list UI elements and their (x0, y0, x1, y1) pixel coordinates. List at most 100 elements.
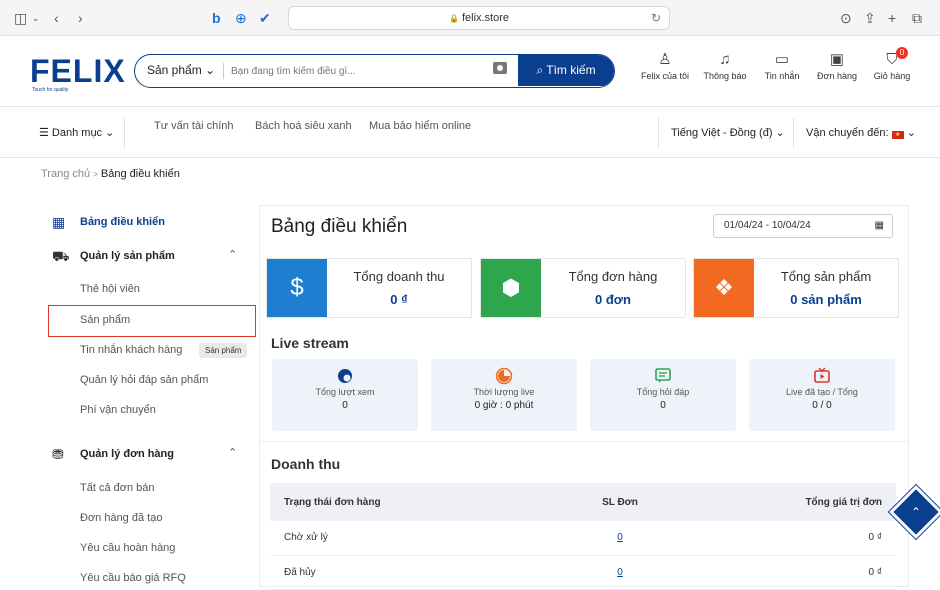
tv-icon (814, 367, 830, 383)
live-card-views: Tổng lượt xem 0 (272, 359, 418, 431)
sidebar-item-shipping-fee[interactable]: Phí vận chuyển (80, 404, 156, 416)
revenue-value: 0 ₫ (390, 292, 408, 307)
cart-link[interactable]: ⛉ 0 Giỏ hàng (870, 47, 914, 81)
search-icon: ⌕ (536, 63, 544, 77)
messages-link[interactable]: ▭ Tin nhắn (760, 49, 804, 81)
dollar-icon: $ (267, 259, 327, 317)
stat-card-orders: ⬢ Tổng đơn hàng 0 đơn (480, 258, 686, 318)
new-tab-icon[interactable]: + (888, 9, 896, 27)
sidebar-item-rfq[interactable]: Yêu cầu báo giá RFQ (80, 572, 186, 584)
breadcrumb-current: Bảng điều khiển (100, 168, 180, 180)
url-text: felix.store (461, 12, 510, 24)
download-icon[interactable]: ⊙ (840, 9, 852, 27)
gift-icon: ❖ (694, 259, 754, 317)
sidebar-item-customer-messages[interactable]: Tin nhắn khách hàng (80, 344, 182, 356)
sidebar-group-orders[interactable]: Quản lý đơn hàng (80, 448, 174, 460)
count-link[interactable]: 0 (617, 567, 623, 578)
divider (124, 118, 125, 148)
dashboard-icon: ▦ (52, 214, 66, 230)
section-divider (260, 441, 908, 442)
total-cell: 0 ₫ (710, 555, 896, 590)
vietnam-flag-icon: ★ (891, 131, 904, 139)
products-value: 0 sản phẩm (790, 292, 862, 307)
check-icon[interactable]: ✔ (259, 9, 271, 27)
tooltip: Sản phẩm (199, 343, 248, 358)
tabs-overview-icon[interactable]: ⧉ (912, 9, 922, 27)
breadcrumb-home[interactable]: Trang chủ (41, 168, 90, 180)
qa-icon (655, 368, 671, 383)
site-header: FELIX Touch for quality Sản phẩm ⌄ ⌕ Tìm… (0, 37, 940, 107)
extension-icon[interactable]: ⊕ (235, 9, 247, 27)
share-icon[interactable]: ⇪ (864, 9, 876, 27)
boxes-icon: ⬢ (481, 259, 541, 317)
search-button[interactable]: ⌕ Tìm kiếm (518, 55, 614, 86)
reload-icon[interactable]: ↻ (651, 7, 661, 29)
basket-icon: ⛟ (52, 248, 70, 264)
count-cell: 0 (530, 555, 710, 590)
stat-card-products: ❖ Tổng sản phẩm 0 sản phẩm (693, 258, 899, 318)
url-bar[interactable]: 🔒 felix.store ↻ (288, 6, 670, 30)
search-category-select[interactable]: Sản phẩm ⌄ (147, 55, 215, 86)
my-felix-link[interactable]: ♙ Felix của tôi (638, 49, 692, 81)
table-header-row: Trạng thái đơn hàng SL Đơn Tổng giá trị … (270, 483, 896, 521)
lock-icon: 🔒 (448, 14, 459, 23)
live-stream-title: Live stream (271, 335, 349, 351)
shipping-select[interactable]: Vận chuyển đến: ★ ⌄ (806, 126, 916, 139)
link-insurance[interactable]: Mua bảo hiểm online (369, 120, 471, 132)
page-title: Bảng điều khiển (271, 216, 408, 237)
eye-icon (338, 369, 352, 383)
chevron-down-icon[interactable]: ⌄ (32, 9, 40, 27)
sidebar-group-products[interactable]: Quản lý sản phẩm (80, 250, 175, 262)
status-cell: Đã hủy (270, 555, 530, 590)
sidebar-item-created-orders[interactable]: Đơn hàng đã tạo (80, 512, 162, 524)
selected-item-highlight (48, 305, 256, 337)
breadcrumb: Trang chủ > Bảng điều khiển (41, 168, 180, 180)
sidebar-item-returns[interactable]: Yêu cầu hoàn hàng (80, 542, 175, 554)
notifications-link[interactable]: ♫ Thông báo (700, 49, 750, 81)
column-header-total: Tổng giá trị đơn (710, 483, 896, 521)
table-row: Chờ xử lý 0 0 ₫ (270, 521, 896, 556)
count-cell: 0 (530, 521, 710, 556)
sidebar-item-product-qa[interactable]: Quản lý hỏi đáp sản phẩm (80, 374, 208, 386)
cart-badge: 0 (896, 47, 908, 59)
divider (793, 118, 794, 148)
divider (658, 118, 659, 148)
date-range-picker[interactable]: 01/04/24 - 10/04/24 ▦ (713, 214, 893, 238)
sidebar-item-dashboard[interactable]: Bảng điều khiển (80, 216, 165, 228)
revenue-table: Trạng thái đơn hàng SL Đơn Tổng giá trị … (270, 483, 896, 590)
live-card-created: Live đã tạo / Tổng 0 / 0 (749, 359, 895, 431)
sidebar-item-membership[interactable]: Thẻ hội viên (80, 283, 140, 295)
chevron-up-icon[interactable]: ⌃ (228, 446, 237, 459)
forward-icon[interactable]: › (78, 9, 83, 27)
status-cell: Chờ xử lý (270, 521, 530, 556)
orders-icon: ⛃ (52, 446, 64, 462)
language-select[interactable]: Tiếng Việt - Đồng (đ) ⌄ (671, 126, 785, 139)
camera-icon[interactable] (493, 62, 507, 74)
browser-toolbar: ◫ ⌄ ‹ › b ⊕ ✔ 🔒 felix.store ↻ ⊙ ⇪ + ⧉ (0, 0, 940, 36)
revenue-title: Doanh thu (271, 456, 341, 472)
calendar-icon: ▦ (874, 220, 884, 231)
order-icon: ▣ (829, 51, 845, 68)
live-card-duration: Thời lượng live 0 giờ : 0 phút (431, 359, 577, 431)
back-icon[interactable]: ‹ (54, 9, 59, 27)
table-row: Đã hủy 0 0 ₫ (270, 555, 896, 590)
sidebar-item-all-orders[interactable]: Tất cả đơn bán (80, 482, 154, 494)
search-input[interactable] (231, 61, 481, 81)
bing-icon[interactable]: b (212, 9, 221, 27)
link-grocery[interactable]: Bách hoá siêu xanh (255, 120, 352, 132)
category-bar: ☰ Danh mục ⌄ Tư vấn tài chính Bách hoá s… (0, 108, 940, 158)
column-header-status: Trạng thái đơn hàng (270, 483, 530, 521)
live-card-qa: Tổng hỏi đáp 0 (590, 359, 736, 431)
sidebar-toggle-icon[interactable]: ◫ (14, 9, 27, 27)
category-menu-button[interactable]: ☰ Danh mục ⌄ (39, 126, 114, 139)
chat-icon: ▭ (774, 51, 790, 68)
count-link[interactable]: 0 (617, 532, 623, 543)
link-financial[interactable]: Tư vấn tài chính (154, 120, 234, 132)
search-divider (223, 63, 224, 79)
chevron-up-icon[interactable]: ⌃ (228, 248, 237, 261)
orders-value: 0 đơn (595, 292, 631, 307)
orders-link[interactable]: ▣ Đơn hàng (814, 49, 860, 81)
felix-logo[interactable]: FELIX Touch for quality (30, 53, 126, 93)
total-cell: 0 ₫ (710, 521, 896, 556)
column-header-count: SL Đơn (530, 483, 710, 521)
